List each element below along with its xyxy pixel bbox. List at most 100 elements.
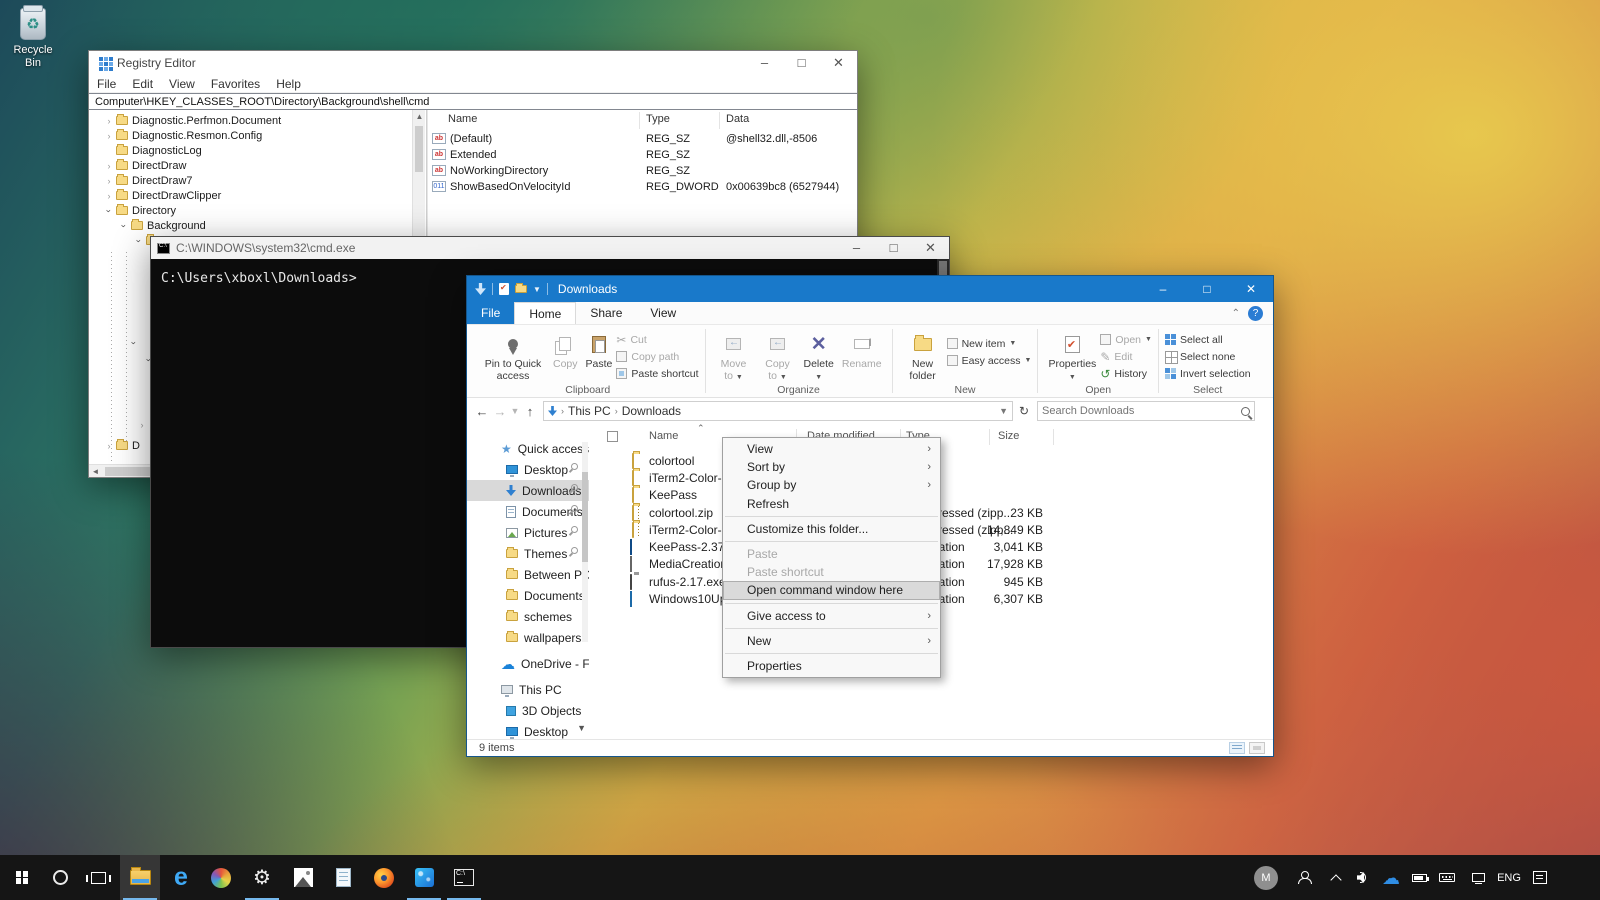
menu-item-new[interactable]: New › bbox=[723, 632, 940, 650]
column-divider[interactable] bbox=[639, 112, 640, 129]
cut-button[interactable]: ✂ Cut bbox=[616, 332, 698, 347]
registry-value-row[interactable]: 011 ShowBasedOnVelocityId REG_DWORD 0x00… bbox=[432, 179, 855, 194]
task-view-button[interactable] bbox=[78, 855, 118, 900]
chevron-down-icon[interactable]: › bbox=[104, 206, 114, 216]
tree-item[interactable]: › Diagnostic.Perfmon.Document bbox=[89, 113, 411, 128]
taskbar-firefox[interactable] bbox=[364, 855, 404, 900]
tree-item[interactable]: › DirectDraw bbox=[89, 158, 411, 173]
tray-onedrive[interactable]: ☁ bbox=[1377, 855, 1405, 900]
properties-button[interactable]: Properties▼ bbox=[1044, 330, 1100, 384]
search-input[interactable] bbox=[1042, 405, 1241, 417]
menu-file[interactable]: File bbox=[89, 77, 124, 91]
nav-documents-folder[interactable]: Documents bbox=[467, 585, 589, 606]
start-button[interactable] bbox=[2, 855, 42, 900]
menu-item-view[interactable]: View › bbox=[723, 440, 940, 458]
menu-item-refresh[interactable]: Refresh bbox=[723, 495, 940, 513]
select-all-checkbox[interactable] bbox=[607, 431, 618, 442]
tab-home[interactable]: Home bbox=[514, 302, 577, 324]
tray-show-hidden-icons[interactable] bbox=[1322, 855, 1350, 900]
collapse-ribbon-icon[interactable]: ⌃ bbox=[1232, 308, 1240, 319]
breadcrumb-this-pc[interactable]: This PC bbox=[568, 404, 611, 418]
tree-item[interactable]: DiagnosticLog bbox=[89, 143, 411, 158]
menu-item-paste-shortcut[interactable]: Paste shortcut bbox=[723, 563, 940, 581]
recycle-bin[interactable]: ♻ Recycle Bin bbox=[4, 5, 62, 70]
explorer-title-bar[interactable]: ▼ Downloads – □ ✕ bbox=[467, 276, 1273, 302]
maximize-button[interactable]: □ bbox=[875, 237, 912, 259]
copy-path-button[interactable]: Copy path bbox=[616, 349, 698, 364]
nav-desktop[interactable]: Desktop bbox=[467, 459, 589, 480]
taskbar-store-app[interactable] bbox=[404, 855, 444, 900]
tree-item[interactable]: › Diagnostic.Resmon.Config bbox=[89, 128, 411, 143]
search-box[interactable] bbox=[1037, 401, 1255, 421]
tray-battery[interactable] bbox=[1405, 855, 1433, 900]
search-icon[interactable] bbox=[1241, 406, 1250, 416]
chevron-right-icon[interactable]: › bbox=[104, 441, 114, 451]
help-icon[interactable]: ? bbox=[1248, 305, 1263, 321]
taskbar-command-prompt[interactable] bbox=[444, 855, 484, 900]
pin-to-quick-access-button[interactable]: Pin to Quick access bbox=[477, 330, 549, 383]
chevron-right-icon[interactable]: › bbox=[104, 176, 114, 186]
tray-people[interactable] bbox=[1288, 855, 1322, 900]
scroll-up-icon[interactable]: ▲ bbox=[413, 112, 426, 121]
nav-quick-access[interactable]: ★ Quick access bbox=[467, 438, 589, 459]
nav-schemes[interactable]: schemes bbox=[467, 606, 589, 627]
rename-button[interactable]: Rename bbox=[838, 330, 886, 372]
cortana-search-button[interactable] bbox=[40, 855, 80, 900]
menu-item-properties[interactable]: Properties bbox=[723, 657, 940, 675]
new-folder-button[interactable]: New folder bbox=[899, 330, 947, 383]
thumbnails-view-button[interactable] bbox=[1249, 742, 1265, 754]
chevron-right-icon[interactable]: › bbox=[104, 161, 114, 171]
tree-item[interactable]: › DirectDraw7 bbox=[89, 173, 411, 188]
registry-value-row[interactable]: ab Extended REG_SZ bbox=[432, 147, 855, 162]
nav-desktop-pc[interactable]: Desktop bbox=[467, 721, 589, 739]
tray-touch-keyboard[interactable] bbox=[1432, 855, 1462, 900]
chevron-down-icon[interactable]: › bbox=[129, 338, 139, 348]
nav-pictures[interactable]: Pictures bbox=[467, 522, 589, 543]
tray-display[interactable] bbox=[1463, 855, 1493, 900]
chevron-right-icon[interactable]: › bbox=[104, 131, 114, 141]
registry-title-bar[interactable]: Registry Editor – □ ✕ bbox=[89, 51, 857, 75]
menu-item-open-command-window[interactable]: Open command window here bbox=[723, 581, 940, 600]
tree-item[interactable]: › Directory bbox=[89, 203, 411, 218]
minimize-button[interactable]: – bbox=[746, 52, 783, 74]
menu-item-give-access[interactable]: Give access to › bbox=[723, 607, 940, 625]
taskbar-settings[interactable]: ⚙ bbox=[242, 855, 282, 900]
invert-selection-button[interactable]: Invert selection bbox=[1164, 366, 1251, 381]
tab-share[interactable]: Share bbox=[576, 302, 636, 324]
menu-item-sort-by[interactable]: Sort by › bbox=[723, 458, 940, 476]
up-button[interactable]: ↑ bbox=[521, 404, 539, 419]
breadcrumb-chevron-icon[interactable]: › bbox=[561, 406, 564, 416]
breadcrumb-chevron-icon[interactable]: › bbox=[615, 406, 618, 416]
chevron-down-icon[interactable]: › bbox=[119, 221, 129, 231]
recent-locations-chevron-icon[interactable]: ▼ bbox=[509, 406, 521, 416]
details-view-button[interactable] bbox=[1229, 742, 1245, 754]
chevron-right-icon[interactable]: › bbox=[137, 420, 147, 430]
nav-wallpapers[interactable]: wallpapers bbox=[467, 627, 589, 648]
close-button[interactable]: ✕ bbox=[1229, 276, 1273, 302]
nav-3d-objects[interactable]: 3D Objects bbox=[467, 700, 589, 721]
menu-favorites[interactable]: Favorites bbox=[203, 77, 268, 91]
tray-user-avatar[interactable]: M bbox=[1252, 855, 1280, 900]
close-button[interactable]: ✕ bbox=[820, 52, 857, 74]
edit-button[interactable]: ✎ Edit bbox=[1100, 349, 1152, 364]
back-button[interactable]: ← bbox=[473, 404, 491, 419]
menu-help[interactable]: Help bbox=[268, 77, 309, 91]
nav-between-pcs[interactable]: Between PCs bbox=[467, 564, 589, 585]
tray-action-center[interactable] bbox=[1525, 855, 1555, 900]
breadcrumb-downloads[interactable]: Downloads bbox=[622, 404, 681, 418]
open-button[interactable]: Open ▼ bbox=[1100, 332, 1152, 347]
chevron-right-icon[interactable]: › bbox=[104, 116, 114, 126]
nav-documents[interactable]: Documents bbox=[467, 501, 589, 522]
forward-button[interactable]: → bbox=[491, 404, 509, 419]
address-bar[interactable]: › This PC › Downloads ▼ bbox=[543, 401, 1013, 421]
new-folder-qat-icon[interactable] bbox=[515, 283, 527, 293]
qat-customize-chevron-icon[interactable]: ▼ bbox=[533, 285, 541, 294]
maximize-button[interactable]: □ bbox=[783, 52, 820, 74]
close-button[interactable]: ✕ bbox=[912, 237, 949, 259]
registry-value-row[interactable]: ab (Default) REG_SZ @shell32.dll,-8506 bbox=[432, 131, 855, 146]
maximize-button[interactable]: □ bbox=[1185, 276, 1229, 302]
tab-file[interactable]: File bbox=[467, 302, 515, 324]
nav-scrollbar[interactable] bbox=[582, 442, 588, 642]
nav-themes[interactable]: Themes bbox=[467, 543, 589, 564]
nav-onedrive[interactable]: ☁OneDrive - Family bbox=[467, 653, 589, 674]
